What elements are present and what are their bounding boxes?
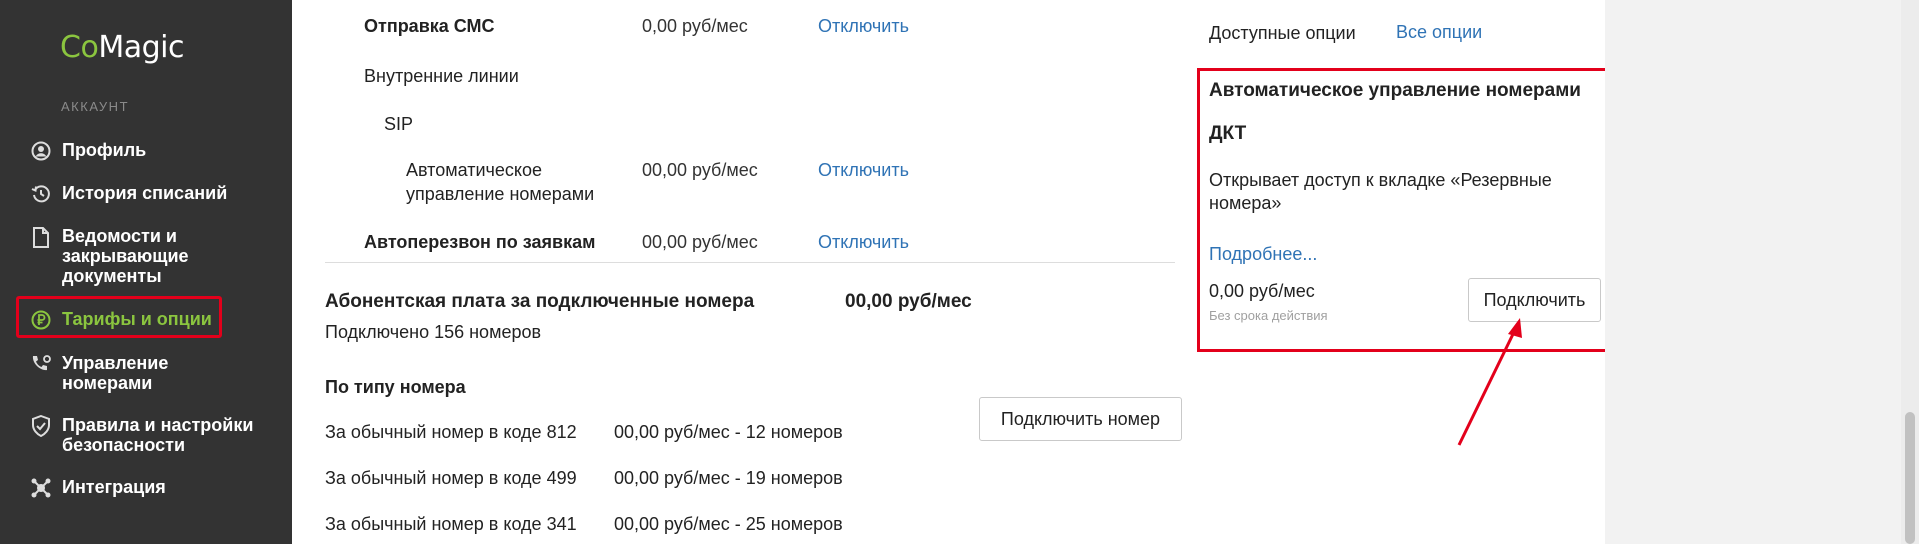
option-card-price: 0,00 руб/мес — [1209, 281, 1315, 301]
integration-icon — [30, 477, 52, 499]
right-gray-area — [1605, 0, 1919, 544]
sidebar-item-label: Интеграция — [62, 477, 166, 497]
option-card-connect-button[interactable]: Подключить — [1468, 278, 1601, 322]
sidebar-item-history[interactable]: История списаний — [30, 183, 227, 205]
option-sip: SIP — [384, 114, 414, 134]
document-icon — [30, 226, 52, 248]
phone-settings-icon — [30, 353, 52, 375]
subscription-connected-count: Подключено 156 номеров — [325, 322, 542, 342]
option-callback-price: 00,00 руб/мес — [642, 232, 758, 252]
option-card-term: Без срока действия — [1209, 308, 1328, 323]
sidebar-item-documents[interactable]: Ведомости и закрывающие документы — [30, 226, 232, 286]
sidebar-item-label: Профиль — [62, 140, 147, 160]
option-card-subtitle: ДКТ — [1209, 123, 1247, 144]
option-callback-name: Автоперезвон по заявкам — [364, 232, 596, 252]
available-options-label: Доступные опции — [1209, 23, 1356, 43]
option-auto-mgmt-disable-link[interactable]: Отключить — [818, 160, 909, 181]
number-type-label: За обычный номер в коде 812 — [325, 422, 577, 442]
connect-number-button[interactable]: Подключить номер — [979, 397, 1182, 441]
option-auto-mgmt-name-line1: Автоматическое — [406, 160, 543, 180]
user-circle-icon — [30, 140, 52, 162]
option-auto-mgmt-name-line2: управление номерами — [406, 184, 595, 204]
sidebar-item-integration[interactable]: Интеграция — [30, 477, 166, 499]
sidebar-item-label: Ведомости и закрывающие документы — [62, 226, 189, 286]
option-sms-name: Отправка СМС — [364, 16, 495, 36]
option-internal-lines: Внутренние линии — [364, 66, 519, 86]
active-item-highlight — [16, 296, 222, 338]
number-type-value: 00,00 руб/мес - 25 номеров — [614, 514, 843, 534]
option-card-more-link[interactable]: Подробнее... — [1209, 244, 1317, 265]
option-auto-mgmt-price: 00,00 руб/мес — [642, 160, 758, 180]
all-options-link[interactable]: Все опции — [1396, 22, 1482, 43]
sidebar: CoMagic АККАУНТ Профиль История списаний… — [0, 0, 292, 544]
subscription-title: Абонентская плата за подключенные номера — [325, 291, 755, 312]
sidebar-item-label: Правила и настройки безопасности — [62, 415, 254, 455]
logo[interactable]: CoMagic — [60, 30, 184, 65]
subscription-price: 00,00 руб/мес — [845, 291, 972, 312]
option-sms-price: 0,00 руб/мес — [642, 16, 748, 36]
history-icon — [30, 183, 52, 205]
sidebar-section-label: АККАУНТ — [61, 99, 130, 114]
number-type-label: За обычный номер в коде 341 — [325, 514, 577, 534]
sidebar-item-label: История списаний — [62, 183, 228, 203]
number-type-value: 00,00 руб/мес - 12 номеров — [614, 422, 843, 442]
divider — [325, 262, 1175, 263]
sidebar-item-numbers[interactable]: Управление номерами — [30, 353, 212, 393]
option-callback-disable-link[interactable]: Отключить — [818, 232, 909, 253]
option-card-description-line1: Открывает доступ к вкладке «Резервные — [1209, 170, 1552, 190]
option-sms-disable-link[interactable]: Отключить — [818, 16, 909, 37]
option-card-title: Автоматическое управление номерами — [1209, 80, 1581, 101]
sidebar-item-profile[interactable]: Профиль — [30, 140, 146, 162]
by-type-label: По типу номера — [325, 377, 466, 397]
sidebar-item-label: Управление номерами — [62, 353, 169, 393]
shield-icon — [30, 415, 52, 437]
scrollbar-thumb[interactable] — [1905, 412, 1915, 544]
number-type-value: 00,00 руб/мес - 19 номеров — [614, 468, 843, 488]
number-type-label: За обычный номер в коде 499 — [325, 468, 577, 488]
sidebar-item-security[interactable]: Правила и настройки безопасности — [30, 415, 262, 455]
option-card-description-line2: номера» — [1209, 193, 1282, 213]
